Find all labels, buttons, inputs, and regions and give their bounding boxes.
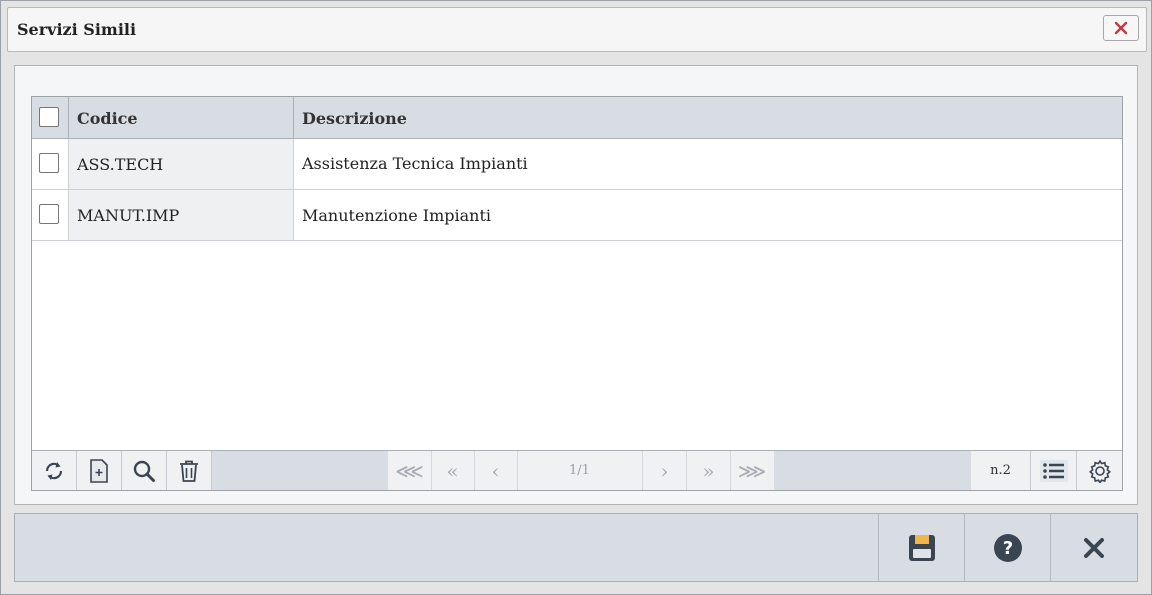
column-label-codice: Codice	[77, 109, 138, 128]
delete-button[interactable]	[167, 451, 212, 490]
add-document-icon	[90, 458, 108, 483]
record-count: n.2	[971, 451, 1031, 490]
cell-code: MANUT.IMP	[69, 190, 294, 240]
search-icon	[133, 460, 155, 482]
close-icon	[1084, 537, 1104, 558]
settings-button[interactable]	[1077, 451, 1122, 490]
cell-code-text: MANUT.IMP	[77, 206, 180, 225]
cell-code-text: ASS.TECH	[77, 155, 164, 174]
gear-icon	[1088, 458, 1111, 483]
content-panel: Codice Descrizione ASS.TECH Assistenza T…	[14, 65, 1138, 505]
grid-header: Codice Descrizione	[32, 97, 1122, 139]
select-all-cell	[32, 97, 69, 138]
cell-description: Manutenzione Impianti	[294, 190, 1122, 240]
dialog-window: Servizi Simili Codice Descrizione ASS.TE…	[0, 0, 1152, 595]
title-close-button[interactable]	[1103, 15, 1139, 41]
dialog-title: Servizi Simili	[17, 20, 137, 39]
column-header-descrizione[interactable]: Descrizione	[294, 97, 1122, 138]
data-grid: Codice Descrizione ASS.TECH Assistenza T…	[31, 96, 1123, 491]
search-button[interactable]	[122, 451, 167, 490]
previous-page-button[interactable]: ‹	[474, 451, 518, 490]
save-button[interactable]	[878, 514, 964, 581]
column-header-codice[interactable]: Codice	[69, 97, 294, 138]
svg-text:?: ?	[1002, 538, 1012, 559]
save-icon	[908, 534, 935, 561]
list-icon	[1039, 459, 1068, 482]
cell-description: Assistenza Tecnica Impianti	[294, 139, 1122, 189]
row-select-cell	[32, 190, 69, 240]
cell-description-text: Manutenzione Impianti	[302, 206, 492, 225]
cell-code: ASS.TECH	[69, 139, 294, 189]
title-bar: Servizi Simili	[7, 7, 1147, 52]
row-checkbox[interactable]	[39, 153, 59, 173]
footer-bar: ?	[14, 513, 1138, 582]
next-page-button[interactable]: ›	[643, 451, 687, 490]
column-label-descrizione: Descrizione	[302, 109, 407, 128]
table-row[interactable]: MANUT.IMP Manutenzione Impianti	[32, 190, 1122, 241]
table-row[interactable]: ASS.TECH Assistenza Tecnica Impianti	[32, 139, 1122, 190]
select-all-checkbox[interactable]	[39, 107, 59, 127]
row-checkbox[interactable]	[39, 204, 59, 224]
trash-icon	[180, 460, 198, 482]
pager: ⋘ « ‹ 1/1 › » ⋙	[388, 451, 774, 490]
last-page-button[interactable]: »	[687, 451, 731, 490]
first-page-button[interactable]: «	[431, 451, 475, 490]
first-page-far-button[interactable]: ⋘	[388, 451, 432, 490]
cell-description-text: Assistenza Tecnica Impianti	[302, 154, 528, 173]
last-page-far-button[interactable]: ⋙	[730, 451, 774, 490]
grid-toolbar: ⋘ « ‹ 1/1 › » ⋙ n.2	[32, 450, 1122, 490]
row-select-cell	[32, 139, 69, 189]
help-icon: ?	[993, 533, 1022, 562]
refresh-button[interactable]	[32, 451, 77, 490]
list-view-button[interactable]	[1031, 451, 1077, 490]
refresh-icon	[45, 461, 63, 480]
help-button[interactable]: ?	[964, 514, 1050, 581]
page-indicator: 1/1	[517, 451, 643, 490]
add-record-button[interactable]	[77, 451, 122, 490]
close-button[interactable]	[1050, 514, 1137, 581]
close-icon	[1114, 21, 1128, 35]
